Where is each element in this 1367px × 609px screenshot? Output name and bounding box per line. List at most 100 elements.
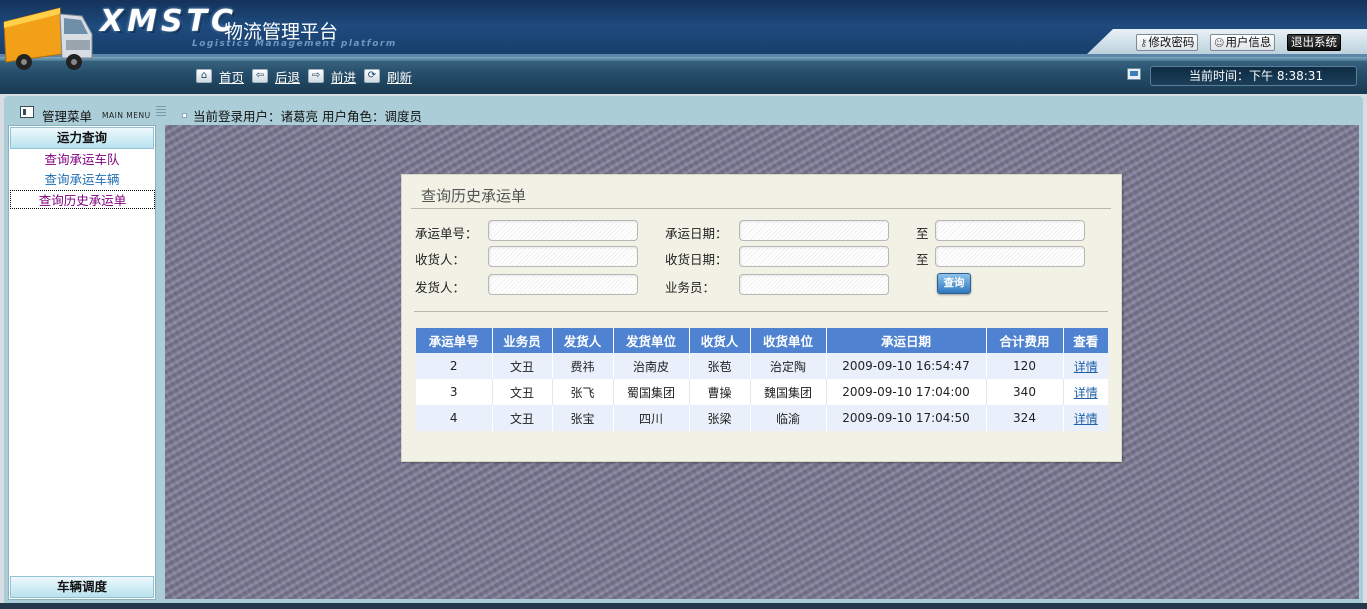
table-cell: 324 xyxy=(986,405,1064,431)
user-icon: ☺ xyxy=(1214,38,1225,49)
table-row: 4 文丑 张宝 四川 张梁 临渝 2009-09-10 17:04:50 324… xyxy=(416,405,1108,431)
table-cell: 治定陶 xyxy=(750,353,827,379)
sidebar: 运力查询 查询承运车队 查询承运车辆 查询历史承运单 车辆调度 xyxy=(8,125,156,600)
table-header-cell: 查看 xyxy=(1063,328,1108,353)
table-cell: 张梁 xyxy=(689,405,751,431)
detail-link[interactable]: 详情 xyxy=(1074,386,1098,400)
table-cell: 蜀国集团 xyxy=(613,379,690,405)
table-cell: 文丑 xyxy=(492,353,553,379)
carrier-no-input[interactable] xyxy=(488,220,638,241)
table-cell: 2009-09-10 17:04:00 xyxy=(826,379,987,405)
nav-forward-label: 前进 xyxy=(331,69,357,85)
table-cell: 魏国集团 xyxy=(750,379,827,405)
current-user-text: 当前登录用户：诸葛亮 用户角色：调度员 xyxy=(193,109,422,124)
sender-input[interactable] xyxy=(488,274,638,295)
salesman-label: 业务员： xyxy=(665,280,716,295)
nav-refresh-link[interactable]: ⟳ 刷新 xyxy=(364,68,413,85)
panel-divider xyxy=(411,208,1111,209)
menu-icon xyxy=(20,106,34,118)
table-header-cell: 收货人 xyxy=(689,328,751,353)
logo-brand-text: XMSTC xyxy=(100,4,238,39)
menu-toggle-icon[interactable] xyxy=(156,106,166,117)
key-icon: ⚷ xyxy=(1140,38,1148,49)
carrier-date-to-input[interactable] xyxy=(935,220,1085,241)
table-row: 2 文丑 费祎 治南皮 张苞 治定陶 2009-09-10 16:54:47 1… xyxy=(416,353,1108,379)
table-cell: 2 xyxy=(416,353,493,379)
table-header-cell: 承运单号 xyxy=(416,328,493,353)
results-table: 承运单号 业务员 发货人 发货单位 收货人 收货单位 承运日期 合计费用 查看 … xyxy=(416,328,1108,431)
receive-date-to-input[interactable] xyxy=(935,246,1085,267)
refresh-icon: ⟳ xyxy=(364,69,380,83)
nav-back-label: 后退 xyxy=(275,69,301,85)
panel-title: 查询历史承运单 xyxy=(421,187,527,205)
table-cell: 张苞 xyxy=(689,353,751,379)
home-icon: ⌂ xyxy=(196,69,212,83)
table-cell: 2009-09-10 17:04:50 xyxy=(826,405,987,431)
table-cell: 曹操 xyxy=(689,379,751,405)
table-cell: 4 xyxy=(416,405,493,431)
monitor-icon xyxy=(1127,68,1141,80)
receive-date-to-label: 至 xyxy=(916,252,929,267)
table-header-cell: 发货人 xyxy=(552,328,614,353)
table-cell: 文丑 xyxy=(492,405,553,431)
sidebar-link-query-history[interactable]: 查询历史承运单 xyxy=(10,190,155,209)
salesman-input[interactable] xyxy=(739,274,889,295)
table-header-cell: 发货单位 xyxy=(613,328,690,353)
table-cell: 3 xyxy=(416,379,493,405)
change-password-button[interactable]: ⚷修改密码 xyxy=(1136,34,1199,51)
table-cell: 治南皮 xyxy=(613,353,690,379)
nav-home-link[interactable]: ⌂ 首页 xyxy=(196,68,245,85)
sender-label: 发货人： xyxy=(415,280,466,295)
logout-button[interactable]: 退出系统 xyxy=(1287,34,1341,51)
table-cell: 2009-09-10 16:54:47 xyxy=(826,353,987,379)
query-button[interactable]: 查询 xyxy=(937,273,971,294)
table-cell: 费祎 xyxy=(552,353,614,379)
table-cell: 临渝 xyxy=(750,405,827,431)
detail-link[interactable]: 详情 xyxy=(1074,412,1098,426)
forward-arrow-icon: ⇨ xyxy=(308,69,324,83)
table-header-row: 承运单号 业务员 发货人 发货单位 收货人 收货单位 承运日期 合计费用 查看 xyxy=(416,328,1108,353)
table-cell: 详情 xyxy=(1063,405,1108,431)
back-arrow-icon: ⇦ xyxy=(252,69,268,83)
current-time: 当前时间：下午 8:38:31 xyxy=(1150,66,1357,86)
receive-date-from-input[interactable] xyxy=(739,246,889,267)
receiver-input[interactable] xyxy=(488,246,638,267)
truck-logo-icon xyxy=(3,7,93,70)
table-header-cell: 承运日期 xyxy=(826,328,987,353)
table-header-cell: 收货单位 xyxy=(750,328,827,353)
nav-back-link[interactable]: ⇦ 后退 xyxy=(252,68,301,85)
logo-subtitle: Logistics Management platform xyxy=(192,39,397,49)
sidebar-section-capacity-query[interactable]: 运力查询 xyxy=(10,127,154,149)
carrier-date-from-input[interactable] xyxy=(739,220,889,241)
table-cell: 详情 xyxy=(1063,353,1108,379)
receive-date-label: 收货日期： xyxy=(665,252,728,267)
table-cell: 张宝 xyxy=(552,405,614,431)
table-header-cell: 合计费用 xyxy=(986,328,1064,353)
table-cell: 四川 xyxy=(613,405,690,431)
nav-home-label: 首页 xyxy=(219,69,245,85)
panel-divider-lower xyxy=(414,311,1108,312)
carrier-no-label: 承运单号： xyxy=(415,226,478,241)
main-menu-subtitle: MAIN MENU xyxy=(102,111,151,120)
nav-refresh-label: 刷新 xyxy=(387,69,413,85)
detail-link[interactable]: 详情 xyxy=(1074,360,1098,374)
logout-label: 退出系统 xyxy=(1291,35,1337,49)
change-password-label: 修改密码 xyxy=(1148,35,1195,49)
nav-forward-link[interactable]: ⇨ 前进 xyxy=(308,68,357,85)
sidebar-section-vehicle-dispatch[interactable]: 车辆调度 xyxy=(10,576,154,598)
table-cell: 120 xyxy=(986,353,1064,379)
table-cell: 340 xyxy=(986,379,1064,405)
table-cell: 文丑 xyxy=(492,379,553,405)
current-user-info: 当前登录用户：诸葛亮 用户角色：调度员 xyxy=(182,106,422,125)
receiver-label: 收货人： xyxy=(415,252,466,267)
sidebar-link-query-vehicles[interactable]: 查询承运车辆 xyxy=(9,170,155,189)
table-cell: 张飞 xyxy=(552,379,614,405)
user-info-button[interactable]: ☺用户信息 xyxy=(1210,34,1276,51)
table-row: 3 文丑 张飞 蜀国集团 曹操 魏国集团 2009-09-10 17:04:00… xyxy=(416,379,1108,405)
carrier-date-to-label: 至 xyxy=(916,226,929,241)
carrier-date-label: 承运日期： xyxy=(665,226,728,241)
bullet-icon xyxy=(182,113,187,118)
sidebar-link-query-fleet[interactable]: 查询承运车队 xyxy=(9,150,155,169)
main-menu-title: 管理菜单 xyxy=(42,109,93,124)
table-header-cell: 业务员 xyxy=(492,328,553,353)
